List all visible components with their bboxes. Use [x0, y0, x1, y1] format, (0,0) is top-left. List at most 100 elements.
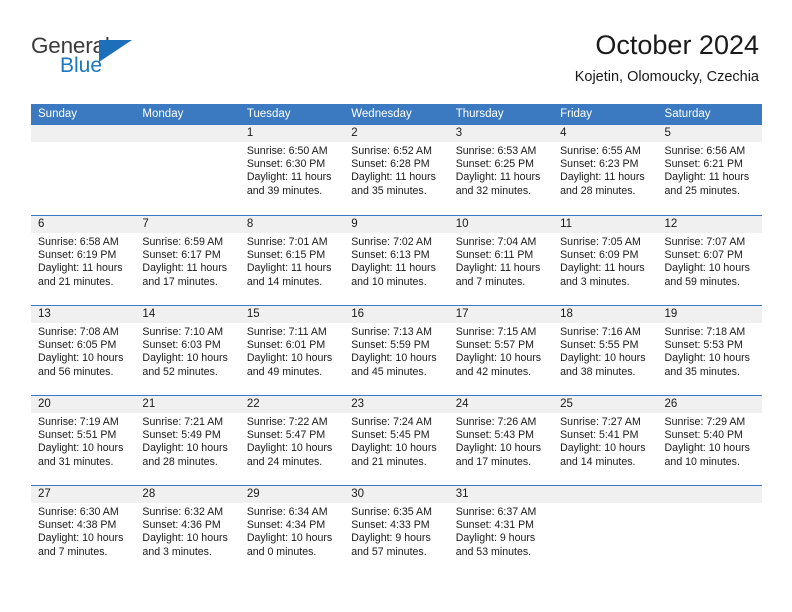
page-header: General Blue October 2024 Kojetin, Olomo… — [0, 0, 792, 100]
calendar-day-cell[interactable]: 26 Sunrise: 7:29 AM Sunset: 5:40 PM Dayligh… — [657, 396, 762, 485]
day-details: Sunrise: 6:34 AM Sunset: 4:34 PM Daylight:… — [240, 503, 344, 559]
daylight-duration-line1: Daylight: 11 hours — [246, 262, 332, 275]
sunrise-time: Sunrise: 7:19 AM — [38, 416, 119, 428]
calendar-day-cell[interactable]: 3 Sunrise: 6:53 AM Sunset: 6:25 PM Daylight… — [448, 125, 554, 215]
sunrise-time: Sunrise: 7:24 AM — [351, 416, 432, 428]
day-details: Sunrise: 6:30 AM Sunset: 4:38 PM Daylight:… — [31, 503, 135, 559]
daylight-duration-line2: and 21 minutes. — [351, 455, 427, 468]
day-details: Sunrise: 7:21 AM Sunset: 5:49 PM Daylight:… — [135, 413, 239, 469]
calendar-day-cell[interactable]: 20 Sunrise: 7:19 AM Sunset: 5:51 PM Dayligh… — [31, 396, 136, 485]
sunrise-time: Sunrise: 7:01 AM — [246, 236, 328, 248]
day-number-strip: 2 — [344, 125, 449, 142]
calendar-day-cell[interactable]: 31 Sunrise: 6:37 AM Sunset: 4:31 PM Dayligh… — [448, 486, 554, 575]
daylight-duration-line1: Daylight: 10 hours — [142, 442, 228, 455]
sunrise-time: Sunrise: 6:30 AM — [38, 506, 119, 518]
day-number: 2 — [351, 127, 358, 139]
sunset-time: Sunset: 6:23 PM — [560, 158, 639, 171]
calendar-day-cell[interactable]: 10 Sunrise: 7:04 AM Sunset: 6:11 PM Dayligh… — [448, 216, 554, 305]
daylight-duration-line2: and 28 minutes. — [142, 455, 218, 468]
calendar-day-cell[interactable]: 27 Sunrise: 6:30 AM Sunset: 4:38 PM Dayligh… — [31, 486, 136, 575]
calendar-day-cell[interactable]: 16 Sunrise: 7:13 AM Sunset: 5:59 PM Dayligh… — [344, 306, 449, 395]
sunset-time: Sunset: 6:19 PM — [38, 249, 117, 262]
daylight-duration-line1: Daylight: 11 hours — [142, 262, 228, 275]
day-number-strip: 16 — [344, 306, 449, 323]
sunset-time: Sunset: 6:05 PM — [38, 339, 117, 352]
day-number: 30 — [351, 488, 365, 500]
day-number: 7 — [142, 218, 149, 230]
day-details: Sunrise: 7:11 AM Sunset: 6:01 PM Daylight:… — [240, 323, 344, 379]
daylight-duration-line1: Daylight: 10 hours — [351, 442, 437, 455]
daylight-duration-line2: and 24 minutes. — [246, 455, 323, 468]
daylight-duration-line2: and 3 minutes. — [142, 545, 212, 558]
day-number: 27 — [38, 488, 51, 500]
calendar-day-cell[interactable]: 7 Sunrise: 6:59 AM Sunset: 6:17 PM Daylight… — [135, 216, 240, 305]
daylight-duration-line2: and 53 minutes. — [455, 545, 532, 558]
day-number: 14 — [142, 308, 156, 320]
calendar-day-cell[interactable]: 29 Sunrise: 6:34 AM Sunset: 4:34 PM Dayligh… — [239, 486, 345, 575]
daylight-duration-line1: Daylight: 9 hours — [455, 532, 536, 545]
day-details: Sunrise: 7:04 AM Sunset: 6:11 PM Daylight:… — [449, 233, 553, 289]
calendar-day-cell[interactable]: 25 Sunrise: 7:27 AM Sunset: 5:41 PM Dayligh… — [553, 396, 658, 485]
sunrise-time: Sunrise: 6:58 AM — [38, 236, 119, 248]
calendar-day-cell[interactable]: 19 Sunrise: 7:18 AM Sunset: 5:53 PM Dayligh… — [657, 306, 762, 395]
daylight-duration-line2: and 17 minutes. — [142, 275, 218, 288]
calendar-day-cell[interactable]: 1 Sunrise: 6:50 AM Sunset: 6:30 PM Daylight… — [239, 125, 345, 215]
calendar-day-cell[interactable]: 24 Sunrise: 7:26 AM Sunset: 5:43 PM Dayligh… — [448, 396, 554, 485]
sunset-time: Sunset: 5:51 PM — [38, 429, 117, 442]
calendar-day-cell[interactable]: 22 Sunrise: 7:22 AM Sunset: 5:47 PM Dayligh… — [239, 396, 345, 485]
daylight-duration-line1: Daylight: 10 hours — [246, 352, 333, 365]
sunset-time: Sunset: 6:25 PM — [455, 158, 535, 171]
daylight-duration-line1: Daylight: 10 hours — [142, 532, 228, 545]
calendar-day-cell[interactable]: 15 Sunrise: 7:11 AM Sunset: 6:01 PM Dayligh… — [239, 306, 345, 395]
calendar-day-cell[interactable]: 18 Sunrise: 7:16 AM Sunset: 5:55 PM Dayligh… — [553, 306, 658, 395]
calendar-day-cell[interactable]: 5 Sunrise: 6:56 AM Sunset: 6:21 PM Daylight… — [657, 125, 762, 215]
calendar-day-cell-empty — [657, 486, 762, 575]
day-number-strip — [31, 125, 136, 142]
sunset-time: Sunset: 6:13 PM — [351, 249, 430, 262]
calendar-day-cell[interactable]: 4 Sunrise: 6:55 AM Sunset: 6:23 PM Daylight… — [553, 125, 658, 215]
day-number: 24 — [455, 398, 469, 410]
sunrise-time: Sunrise: 6:37 AM — [455, 506, 537, 518]
daylight-duration-line1: Daylight: 10 hours — [142, 352, 228, 365]
day-number: 16 — [351, 308, 365, 320]
day-details: Sunrise: 6:55 AM Sunset: 6:23 PM Daylight:… — [553, 142, 657, 198]
calendar-day-cell[interactable]: 23 Sunrise: 7:24 AM Sunset: 5:45 PM Dayligh… — [344, 396, 449, 485]
daylight-duration-line1: Daylight: 10 hours — [38, 442, 124, 455]
day-number-strip: 28 — [135, 486, 240, 503]
calendar-day-cell[interactable]: 21 Sunrise: 7:21 AM Sunset: 5:49 PM Dayligh… — [135, 396, 240, 485]
sunrise-time: Sunrise: 7:26 AM — [455, 416, 537, 428]
calendar-day-cell[interactable]: 30 Sunrise: 6:35 AM Sunset: 4:33 PM Dayligh… — [344, 486, 449, 575]
day-number-strip: 31 — [448, 486, 554, 503]
day-number: 15 — [246, 308, 260, 320]
sunrise-time: Sunrise: 7:29 AM — [664, 416, 746, 428]
calendar-day-cell[interactable]: 13 Sunrise: 7:08 AM Sunset: 6:05 PM Dayligh… — [31, 306, 136, 395]
calendar-week-row: 27 Sunrise: 6:30 AM Sunset: 4:38 PM Dayligh… — [31, 485, 762, 575]
sunset-time: Sunset: 5:49 PM — [142, 429, 221, 442]
daylight-duration-line1: Daylight: 11 hours — [351, 171, 436, 184]
calendar-day-cell[interactable]: 28 Sunrise: 6:32 AM Sunset: 4:36 PM Dayligh… — [135, 486, 240, 575]
sunset-time: Sunset: 4:31 PM — [455, 519, 535, 532]
sunrise-time: Sunrise: 7:21 AM — [142, 416, 224, 428]
day-number-strip: 10 — [448, 216, 554, 233]
day-number-strip: 11 — [553, 216, 658, 233]
daylight-duration-line1: Daylight: 10 hours — [246, 532, 333, 545]
calendar-day-cell[interactable]: 14 Sunrise: 7:10 AM Sunset: 6:03 PM Dayligh… — [135, 306, 240, 395]
sunrise-time: Sunrise: 6:55 AM — [560, 145, 641, 157]
weekday-header-wednesday: Wednesday — [351, 108, 412, 120]
calendar-day-cell[interactable]: 9 Sunrise: 7:02 AM Sunset: 6:13 PM Daylight… — [344, 216, 449, 305]
daylight-duration-line2: and 7 minutes. — [455, 275, 526, 288]
sunset-time: Sunset: 6:17 PM — [142, 249, 221, 262]
day-number-strip: 25 — [553, 396, 658, 413]
day-number-strip: 26 — [657, 396, 762, 413]
calendar-day-cell[interactable]: 17 Sunrise: 7:15 AM Sunset: 5:57 PM Dayligh… — [448, 306, 554, 395]
calendar-day-cell[interactable]: 6 Sunrise: 6:58 AM Sunset: 6:19 PM Daylight… — [31, 216, 136, 305]
day-number: 22 — [246, 398, 260, 410]
calendar-day-cell[interactable]: 8 Sunrise: 7:01 AM Sunset: 6:15 PM Daylight… — [239, 216, 345, 305]
sunset-time: Sunset: 5:53 PM — [664, 339, 743, 352]
calendar-day-cell[interactable]: 11 Sunrise: 7:05 AM Sunset: 6:09 PM Dayligh… — [553, 216, 658, 305]
sunrise-time: Sunrise: 7:02 AM — [351, 236, 432, 248]
calendar-day-cell[interactable]: 12 Sunrise: 7:07 AM Sunset: 6:07 PM Dayligh… — [657, 216, 762, 305]
calendar-day-cell[interactable]: 2 Sunrise: 6:52 AM Sunset: 6:28 PM Daylight… — [344, 125, 449, 215]
day-number-strip: 6 — [31, 216, 136, 233]
sunrise-time: Sunrise: 7:18 AM — [664, 326, 746, 338]
